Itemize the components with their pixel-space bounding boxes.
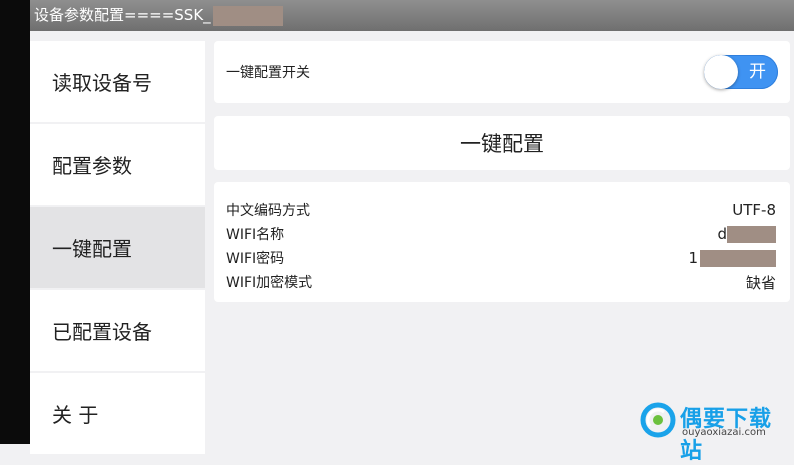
action-label: 一键配置 bbox=[460, 132, 544, 156]
info-row-wifi-name: WIFI名称 d bbox=[226, 222, 776, 246]
sidebar-item-label: 已配置设备 bbox=[52, 320, 152, 344]
main-panel: 一键配置开关 开 一键配置 中文编码方式 UTF-8 WIFI名称 d WIFI… bbox=[214, 41, 790, 302]
sidebar-item-label: 一键配置 bbox=[52, 237, 132, 261]
sidebar-item-label: 配置参数 bbox=[52, 154, 132, 178]
info-label: WIFI加密模式 bbox=[226, 275, 313, 291]
site-watermark: 偶要下载站 ouyaoxiazai.com bbox=[640, 400, 794, 464]
info-row-wifi-password: WIFI密码 1 bbox=[226, 246, 776, 270]
sidebar-item-label: 关 于 bbox=[52, 403, 99, 427]
redacted-wifi-name bbox=[727, 225, 776, 243]
title-bar: 设备参数配置====SSK_ bbox=[30, 0, 794, 31]
one-key-switch-card: 一键配置开关 开 bbox=[214, 41, 790, 103]
info-value-text: d bbox=[717, 225, 727, 243]
info-value: d bbox=[717, 225, 776, 243]
toggle-knob bbox=[704, 55, 738, 89]
sidebar-item-configured-devices[interactable]: 已配置设备 bbox=[30, 290, 205, 371]
toggle-state-text: 开 bbox=[749, 62, 766, 82]
info-label: WIFI密码 bbox=[226, 251, 285, 267]
redacted-title-suffix bbox=[212, 5, 283, 26]
info-value: 1 bbox=[688, 249, 776, 267]
one-key-config-toggle[interactable]: 开 bbox=[704, 55, 778, 89]
one-key-config-button[interactable]: 一键配置 bbox=[214, 116, 790, 170]
info-value-text: UTF-8 bbox=[732, 201, 776, 219]
left-edge-strip bbox=[0, 0, 30, 444]
config-info-card: 中文编码方式 UTF-8 WIFI名称 d WIFI密码 1 WIFI加密模式 … bbox=[214, 182, 790, 302]
watermark-url: ouyaoxiazai.com bbox=[682, 427, 766, 438]
switch-label: 一键配置开关 bbox=[226, 65, 310, 81]
info-value-text: 1 bbox=[688, 249, 698, 267]
info-row-encoding: 中文编码方式 UTF-8 bbox=[226, 198, 776, 222]
info-value: UTF-8 bbox=[732, 201, 776, 219]
swirl-logo-icon bbox=[640, 402, 676, 438]
sidebar: 读取设备号 配置参数 一键配置 已配置设备 关 于 bbox=[30, 41, 205, 456]
info-label: WIFI名称 bbox=[226, 227, 285, 243]
sidebar-item-config-params[interactable]: 配置参数 bbox=[30, 124, 205, 205]
redacted-wifi-password bbox=[700, 249, 776, 267]
info-value-text: 缺省 bbox=[745, 273, 776, 292]
sidebar-item-read-device-id[interactable]: 读取设备号 bbox=[30, 41, 205, 122]
sidebar-item-label: 读取设备号 bbox=[52, 71, 152, 95]
info-row-wifi-encryption: WIFI加密模式 缺省 bbox=[226, 270, 776, 294]
info-label: 中文编码方式 bbox=[226, 203, 310, 219]
sidebar-item-about[interactable]: 关 于 bbox=[30, 373, 205, 454]
info-value: 缺省 bbox=[746, 272, 776, 293]
window-title: 设备参数配置====SSK_ bbox=[34, 6, 211, 24]
sidebar-item-one-key-config[interactable]: 一键配置 bbox=[30, 207, 205, 288]
